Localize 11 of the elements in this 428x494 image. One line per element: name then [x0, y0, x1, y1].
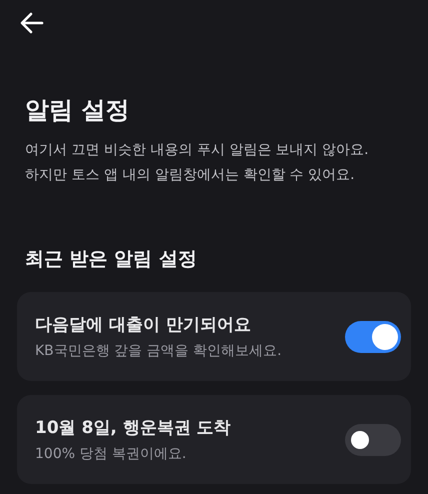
notification-title: 다음달에 대출이 만기되어요: [35, 314, 252, 336]
description-line: 여기서 끄면 비슷한 내용의 푸시 알림은 보내지 않아요.: [25, 141, 370, 160]
section-title: 최근 받은 알림 설정: [25, 247, 198, 272]
page-title: 알림 설정: [25, 95, 130, 126]
back-arrow-icon[interactable]: [19, 10, 45, 36]
notification-title: 10월 8일, 행운복권 도착: [35, 417, 231, 439]
notification-subtitle: 100% 당첨 복권이에요.: [35, 445, 188, 463]
description-line: 하지만 토스 앱 내의 알림창에서는 확인할 수 있어요.: [25, 166, 356, 185]
toggle-switch[interactable]: [345, 320, 401, 352]
toggle-switch[interactable]: [345, 424, 401, 456]
notification-subtitle: KB국민은행 갚을 금액을 확인해보세요.: [35, 342, 282, 360]
